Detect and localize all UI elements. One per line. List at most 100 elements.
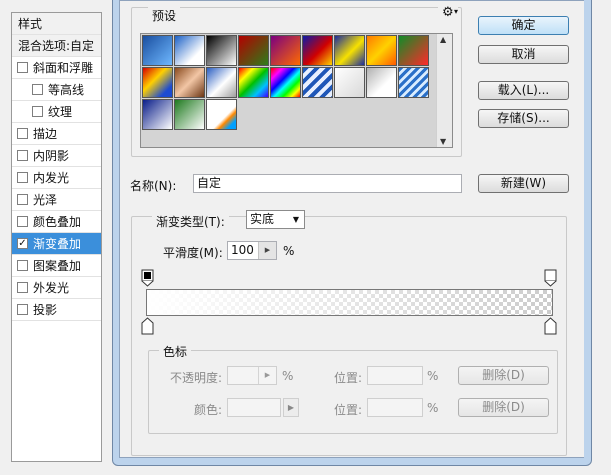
- chevron-down-icon: ▼: [292, 215, 299, 224]
- gradient-preset-swatch[interactable]: [142, 35, 173, 66]
- style-item-label: 图案叠加: [33, 259, 82, 273]
- style-item-label: 外发光: [33, 281, 70, 295]
- gradient-type-label: 渐变类型(T):: [152, 213, 229, 230]
- opacity-location-input[interactable]: [367, 366, 423, 385]
- gradient-preset-swatch[interactable]: [334, 67, 365, 98]
- style-item[interactable]: 颜色叠加: [12, 211, 101, 233]
- load-button[interactable]: 载入(L)...: [478, 81, 569, 100]
- gradient-preset-swatch[interactable]: [142, 67, 173, 98]
- name-field[interactable]: 自定: [193, 174, 462, 193]
- style-item-label: 光泽: [33, 193, 58, 207]
- style-item-label: 投影: [33, 303, 58, 317]
- style-item-label: 描边: [33, 127, 58, 141]
- style-item[interactable]: 内发光: [12, 167, 101, 189]
- style-item[interactable]: 等高线: [12, 79, 101, 101]
- style-item-checkbox[interactable]: [32, 84, 43, 95]
- gradient-preset-swatch[interactable]: [270, 67, 301, 98]
- gradient-preview-bar[interactable]: [146, 289, 553, 316]
- gradient-preset-swatch[interactable]: [174, 99, 205, 130]
- scroll-up-icon[interactable]: ▲: [440, 35, 446, 44]
- style-item[interactable]: 外发光: [12, 277, 101, 299]
- style-item-label: 等高线: [48, 83, 85, 97]
- style-item[interactable]: ✓ 渐变叠加: [12, 233, 101, 255]
- style-item[interactable]: 描边: [12, 123, 101, 145]
- style-item-checkbox[interactable]: [17, 172, 28, 183]
- opacity-location-label: 位置:: [334, 371, 363, 385]
- gradient-preset-swatch[interactable]: [366, 35, 397, 66]
- presets-swatch-grid: ▲ ▼: [140, 33, 453, 148]
- style-item-label: 斜面和浮雕: [33, 61, 94, 75]
- gradient-preset-swatch[interactable]: [238, 35, 269, 66]
- presets-label: 预设: [148, 7, 181, 24]
- presets-scrollbar[interactable]: ▲ ▼: [436, 34, 452, 147]
- dialog-frame-edge: [584, 0, 592, 460]
- smoothness-label: 平滑度(M):: [163, 246, 223, 260]
- style-item-checkbox[interactable]: [17, 304, 28, 315]
- save-button[interactable]: 存储(S)...: [478, 109, 569, 128]
- style-item-label: 渐变叠加: [33, 237, 82, 251]
- smoothness-unit: %: [283, 244, 295, 258]
- color-swatch-field[interactable]: [227, 398, 281, 417]
- gradient-preset-swatch[interactable]: [238, 67, 269, 98]
- style-item-checkbox[interactable]: [17, 62, 28, 73]
- ok-button[interactable]: 确定: [478, 16, 569, 35]
- style-item[interactable]: 投影: [12, 299, 101, 321]
- style-item[interactable]: 纹理: [12, 101, 101, 123]
- style-item-checkbox[interactable]: [17, 128, 28, 139]
- gradient-preset-swatch[interactable]: [206, 99, 237, 130]
- color-location-label: 位置:: [334, 403, 363, 417]
- style-item-checkbox[interactable]: [32, 106, 43, 117]
- gradient-preset-swatch[interactable]: [174, 67, 205, 98]
- color-stops-group: [148, 350, 558, 434]
- color-stops-title: 色标: [159, 343, 192, 360]
- style-item-checkbox[interactable]: [17, 260, 28, 271]
- style-item-checkbox[interactable]: [17, 194, 28, 205]
- style-item-label: 颜色叠加: [33, 215, 82, 229]
- color-stop-right[interactable]: [544, 317, 558, 335]
- style-item[interactable]: 内阴影: [12, 145, 101, 167]
- style-item-checkbox[interactable]: [17, 150, 28, 161]
- style-item[interactable]: 光泽: [12, 189, 101, 211]
- blend-options-item[interactable]: 混合选项:自定: [12, 35, 101, 57]
- gradient-preset-swatch[interactable]: [398, 35, 429, 66]
- style-item-label: 内发光: [33, 171, 70, 185]
- gradient-preset-swatch[interactable]: [174, 35, 205, 66]
- style-item-checkbox[interactable]: [17, 282, 28, 293]
- gradient-preset-swatch[interactable]: [206, 35, 237, 66]
- color-location-input[interactable]: [367, 398, 423, 417]
- color-stop-left[interactable]: [141, 317, 155, 335]
- cancel-button[interactable]: 取消: [478, 45, 569, 64]
- style-item[interactable]: 斜面和浮雕: [12, 57, 101, 79]
- styles-header[interactable]: 样式: [12, 13, 101, 35]
- gradient-preset-swatch[interactable]: [206, 67, 237, 98]
- color-location-unit: %: [427, 401, 439, 415]
- color-delete-button[interactable]: 删除(D): [458, 398, 549, 417]
- opacity-delete-button[interactable]: 删除(D): [458, 366, 549, 385]
- chevron-down-icon[interactable]: ▾: [454, 7, 459, 16]
- gradient-editor-panel: 预设 ⚙ ▾ ▲ ▼ 确定 取消 载入(L)... 存储(S)... 名称(N)…: [119, 0, 585, 458]
- gradient-type-select[interactable]: 实底 ▼: [246, 210, 305, 229]
- smoothness-stepper-arrow-icon[interactable]: ▶: [258, 242, 276, 259]
- gradient-preset-swatch[interactable]: [334, 35, 365, 66]
- gradient-preset-swatch[interactable]: [302, 35, 333, 66]
- style-item-label: 纹理: [48, 105, 73, 119]
- opacity-stop-left[interactable]: [141, 269, 155, 287]
- opacity-stop-right[interactable]: [544, 269, 558, 287]
- gradient-preset-swatch[interactable]: [302, 67, 333, 98]
- gradient-preset-swatch[interactable]: [270, 35, 301, 66]
- style-item-label: 内阴影: [33, 149, 70, 163]
- gradient-preset-swatch[interactable]: [398, 67, 429, 98]
- style-item-checkbox[interactable]: [17, 216, 28, 227]
- scroll-down-icon[interactable]: ▼: [440, 137, 446, 146]
- name-label: 名称(N):: [130, 179, 177, 193]
- color-picker-arrow-icon[interactable]: ▶: [283, 398, 299, 417]
- styles-list: 样式 混合选项:自定 斜面和浮雕等高线纹理描边内阴影内发光光泽颜色叠加 ✓ 渐变叠加…: [11, 12, 102, 462]
- color-label: 颜色:: [194, 403, 223, 417]
- style-item-checkbox[interactable]: ✓: [17, 238, 28, 249]
- new-button[interactable]: 新建(W): [478, 174, 569, 193]
- gradient-preset-swatch[interactable]: [142, 99, 173, 130]
- style-item[interactable]: 图案叠加: [12, 255, 101, 277]
- styles-panel: 样式 混合选项:自定 斜面和浮雕等高线纹理描边内阴影内发光光泽颜色叠加 ✓ 渐变叠加…: [0, 0, 104, 466]
- gradient-preset-swatch[interactable]: [366, 67, 397, 98]
- opacity-stepper-arrow-icon[interactable]: ▶: [258, 367, 276, 384]
